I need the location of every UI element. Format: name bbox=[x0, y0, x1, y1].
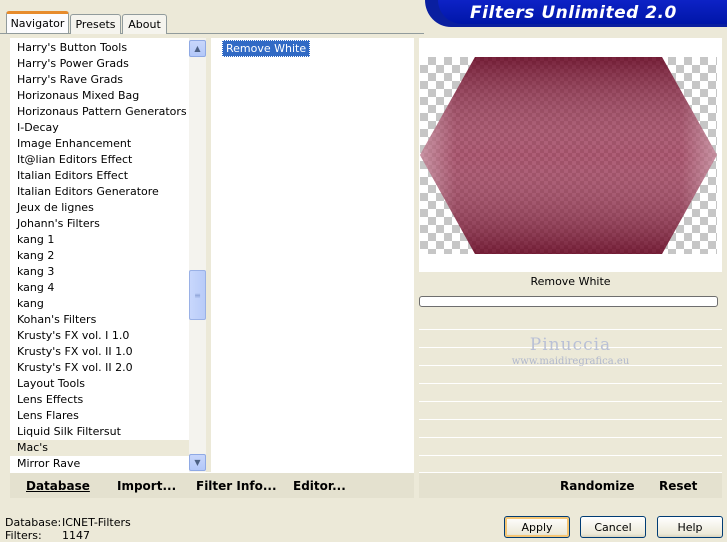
category-list-item[interactable]: Krusty's FX vol. I 1.0 bbox=[10, 328, 190, 344]
database-value: ICNET-Filters bbox=[62, 516, 131, 529]
category-list-item[interactable]: Italian Editors Generatore bbox=[10, 184, 190, 200]
category-list-item[interactable]: Lens Effects bbox=[10, 392, 190, 408]
scroll-thumb[interactable]: ≡ bbox=[189, 270, 206, 320]
category-list[interactable]: Harry's Button Tools Harry's Power Grads H… bbox=[10, 38, 190, 474]
filter-info-button[interactable]: Filter Info... bbox=[196, 479, 277, 493]
watermark-name: Pinuccia bbox=[529, 335, 612, 355]
hexagon-preview-shape bbox=[420, 57, 717, 254]
tab-strip-line bbox=[0, 33, 424, 34]
param-row bbox=[419, 420, 722, 438]
category-list-item[interactable]: kang 4 bbox=[10, 280, 190, 296]
apply-button[interactable]: Apply bbox=[504, 516, 570, 538]
randomize-button[interactable]: Randomize bbox=[560, 479, 634, 493]
scroll-up-arrow-icon[interactable]: ▲ bbox=[189, 40, 206, 57]
editor-button[interactable]: Editor... bbox=[293, 479, 346, 493]
category-list-item[interactable]: Harry's Power Grads bbox=[10, 56, 190, 72]
category-list-item[interactable]: Harry's Rave Grads bbox=[10, 72, 190, 88]
filter-list[interactable]: Remove White bbox=[211, 38, 414, 472]
scroll-down-arrow-icon[interactable]: ▼ bbox=[189, 454, 206, 471]
param-row bbox=[419, 438, 722, 456]
import-button[interactable]: Import... bbox=[117, 479, 176, 493]
param-row bbox=[419, 366, 722, 384]
category-list-item[interactable]: Lens Flares bbox=[10, 408, 190, 424]
watermark-url: www.maidiregrafica.eu bbox=[511, 356, 630, 367]
tab-navigator[interactable]: Navigator bbox=[6, 11, 69, 33]
param-row bbox=[419, 402, 722, 420]
category-list-item[interactable]: Image Enhancement bbox=[10, 136, 190, 152]
category-list-item[interactable]: kang 1 bbox=[10, 232, 190, 248]
param-row bbox=[419, 312, 722, 330]
category-list-item[interactable]: Layout Tools bbox=[10, 376, 190, 392]
category-list-item[interactable]: Mac's bbox=[10, 440, 190, 456]
left-button-bar: Database Import... Filter Info... Editor… bbox=[10, 472, 414, 498]
tab-about[interactable]: About bbox=[122, 14, 167, 34]
category-list-item[interactable]: It@lian Editors Effect bbox=[10, 152, 190, 168]
category-list-item[interactable]: Krusty's FX vol. II 1.0 bbox=[10, 344, 190, 360]
filter-item-selected[interactable]: Remove White bbox=[222, 40, 311, 57]
category-list-item[interactable]: Mirror Rave bbox=[10, 456, 190, 472]
category-list-item[interactable]: kang 3 bbox=[10, 264, 190, 280]
category-list-item[interactable]: kang 2 bbox=[10, 248, 190, 264]
app-title: Filters Unlimited 2.0 bbox=[470, 3, 677, 23]
right-button-bar: Randomize Reset bbox=[419, 472, 722, 498]
preview-image bbox=[420, 57, 717, 254]
category-scrollbar[interactable]: ▲ ≡ ▼ bbox=[189, 38, 206, 472]
tab-presets[interactable]: Presets bbox=[70, 14, 121, 34]
category-list-item[interactable]: Johann's Filters bbox=[10, 216, 190, 232]
category-list-item[interactable]: I-Decay bbox=[10, 120, 190, 136]
filters-count-value: 1147 bbox=[62, 529, 90, 542]
category-list-item[interactable]: kang bbox=[10, 296, 190, 312]
category-list-item[interactable]: Horizonaus Pattern Generators bbox=[10, 104, 190, 120]
category-list-item[interactable]: Harry's Button Tools bbox=[10, 40, 190, 56]
cancel-button[interactable]: Cancel bbox=[580, 516, 646, 538]
help-button[interactable]: Help bbox=[657, 516, 723, 538]
database-label: Database: bbox=[5, 516, 62, 529]
filters-count-label: Filters: bbox=[5, 529, 42, 542]
reset-button[interactable]: Reset bbox=[659, 479, 697, 493]
category-list-item[interactable]: Horizonaus Mixed Bag bbox=[10, 88, 190, 104]
category-list-item[interactable]: Liquid Silk Filtersut bbox=[10, 424, 190, 440]
preview-filter-name: Remove White bbox=[530, 275, 611, 288]
category-list-item[interactable]: Kohan's Filters bbox=[10, 312, 190, 328]
param-row bbox=[419, 384, 722, 402]
category-list-item[interactable]: Italian Editors Effect bbox=[10, 168, 190, 184]
progress-bar bbox=[419, 296, 718, 307]
category-list-item[interactable]: Krusty's FX vol. II 2.0 bbox=[10, 360, 190, 376]
database-button[interactable]: Database bbox=[26, 479, 90, 493]
category-list-item[interactable]: Jeux de lignes bbox=[10, 200, 190, 216]
